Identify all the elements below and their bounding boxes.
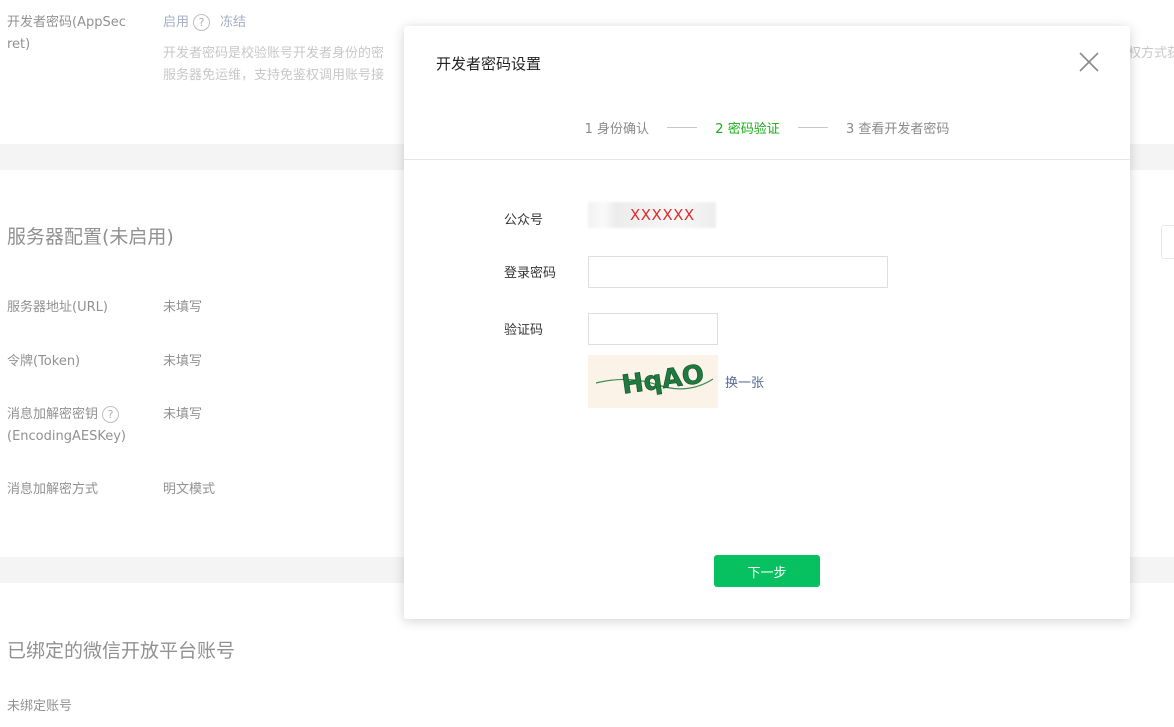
password-input[interactable]: [588, 256, 888, 288]
captcha-label: 验证码: [504, 323, 544, 338]
developer-password-dialog: 开发者密码设置 1 身份确认 2 密码验证 3 查看开发者密码 公众号 XXXX…: [404, 26, 1130, 619]
step-view-password: 3 查看开发者密码: [845, 122, 950, 137]
captcha-image[interactable]: HqAO: [588, 355, 718, 408]
close-icon[interactable]: [1078, 51, 1100, 73]
step-identity-confirm: 1 身份确认: [584, 122, 650, 137]
refresh-captcha-link[interactable]: 换一张: [725, 372, 764, 391]
account-value: XXXXXX: [630, 206, 695, 224]
account-label: 公众号: [504, 213, 544, 228]
next-step-button[interactable]: 下一步: [714, 555, 820, 587]
dialog-title: 开发者密码设置: [436, 55, 542, 73]
step-connector: [797, 127, 828, 128]
step-indicator: 1 身份确认 2 密码验证 3 查看开发者密码: [404, 118, 1130, 137]
captcha-text: HqAO: [620, 359, 706, 400]
dialog-divider: [404, 159, 1130, 160]
captcha-input[interactable]: [588, 313, 718, 345]
step-password-verify: 2 密码验证: [715, 122, 780, 137]
step-connector: [667, 127, 698, 128]
password-label: 登录密码: [504, 266, 557, 281]
